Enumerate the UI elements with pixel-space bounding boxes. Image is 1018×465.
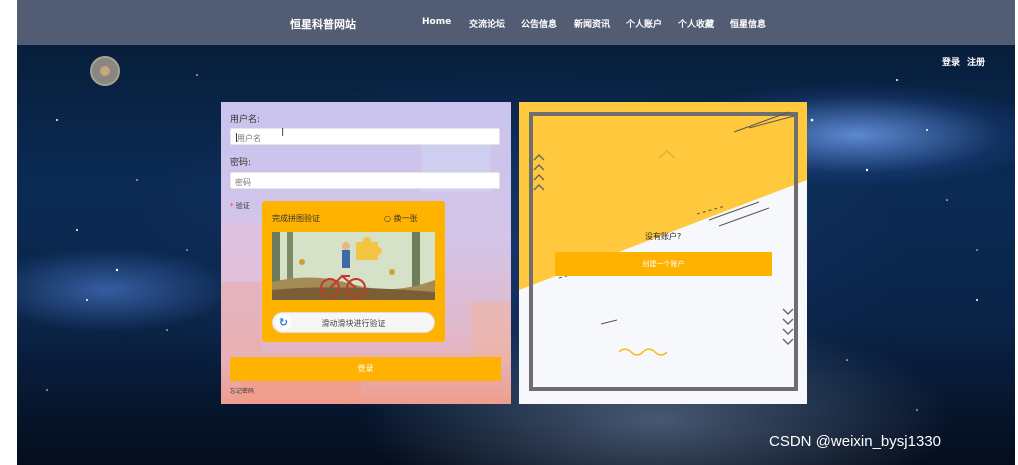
username-input[interactable]: 用户名 <box>230 128 500 145</box>
chevron-down-icons <box>782 308 794 345</box>
no-account-prompt: 没有账户? <box>645 232 682 241</box>
avatar[interactable] <box>90 56 120 86</box>
nav-favorites[interactable]: 个人收藏 <box>678 17 714 30</box>
captcha-refresh-button[interactable]: ○ 换一张 <box>384 213 418 224</box>
password-input[interactable]: 密码 <box>230 172 500 189</box>
site-title[interactable]: 恒星科普网站 <box>290 16 356 32</box>
password-placeholder: 密码 <box>235 178 251 187</box>
text-caret <box>236 133 237 142</box>
nav-forum[interactable]: 交流论坛 <box>469 17 505 30</box>
login-button[interactable]: 登录 <box>230 357 501 381</box>
create-account-button[interactable]: 创建一个账户 <box>555 252 772 276</box>
nav-announcements[interactable]: 公告信息 <box>521 17 557 30</box>
nav-news[interactable]: 新闻资讯 <box>574 17 610 30</box>
nav-home[interactable]: Home <box>422 17 451 27</box>
nav-account[interactable]: 个人账户 <box>626 17 662 30</box>
avatar-icon <box>100 66 110 76</box>
verify-label-text: 验证 <box>235 202 250 210</box>
refresh-icon: ○ <box>384 214 391 223</box>
register-link[interactable]: 注册 <box>967 55 985 68</box>
captcha-popup: 完成拼图验证 ○ 换一张 ↻ 滑动滑块进行验证 <box>262 201 445 342</box>
forgot-password-link[interactable]: 忘记密码 <box>230 386 254 395</box>
csdn-watermark: CSDN @weixin_bysj1330 <box>769 433 941 450</box>
nav-star-info[interactable]: 恒星信息 <box>730 17 766 30</box>
starfield-background <box>46 74 978 411</box>
page-background: 恒星科普网站 Home 交流论坛 公告信息 新闻资讯 个人账户 个人收藏 恒星信… <box>17 0 1015 465</box>
password-label: 密码: <box>230 158 252 168</box>
slider-hint: 滑动滑块进行验证 <box>321 319 386 328</box>
verify-label: * 验证 <box>230 201 250 211</box>
top-navbar: 恒星科普网站 Home 交流论坛 公告信息 新闻资讯 个人账户 个人收藏 恒星信… <box>17 0 1015 45</box>
login-link[interactable]: 登录 <box>942 55 960 68</box>
cyclist-illustration <box>272 232 435 300</box>
captcha-title: 完成拼图验证 <box>272 214 320 223</box>
required-mark: * <box>230 202 234 210</box>
username-label: 用户名: <box>230 115 261 125</box>
captcha-slider[interactable]: ↻ 滑动滑块进行验证 <box>272 312 435 333</box>
captcha-image <box>272 232 435 300</box>
text-cursor-icon: I <box>281 126 285 139</box>
captcha-refresh-label: 换一张 <box>393 214 418 223</box>
username-placeholder: 用户名 <box>237 134 261 143</box>
